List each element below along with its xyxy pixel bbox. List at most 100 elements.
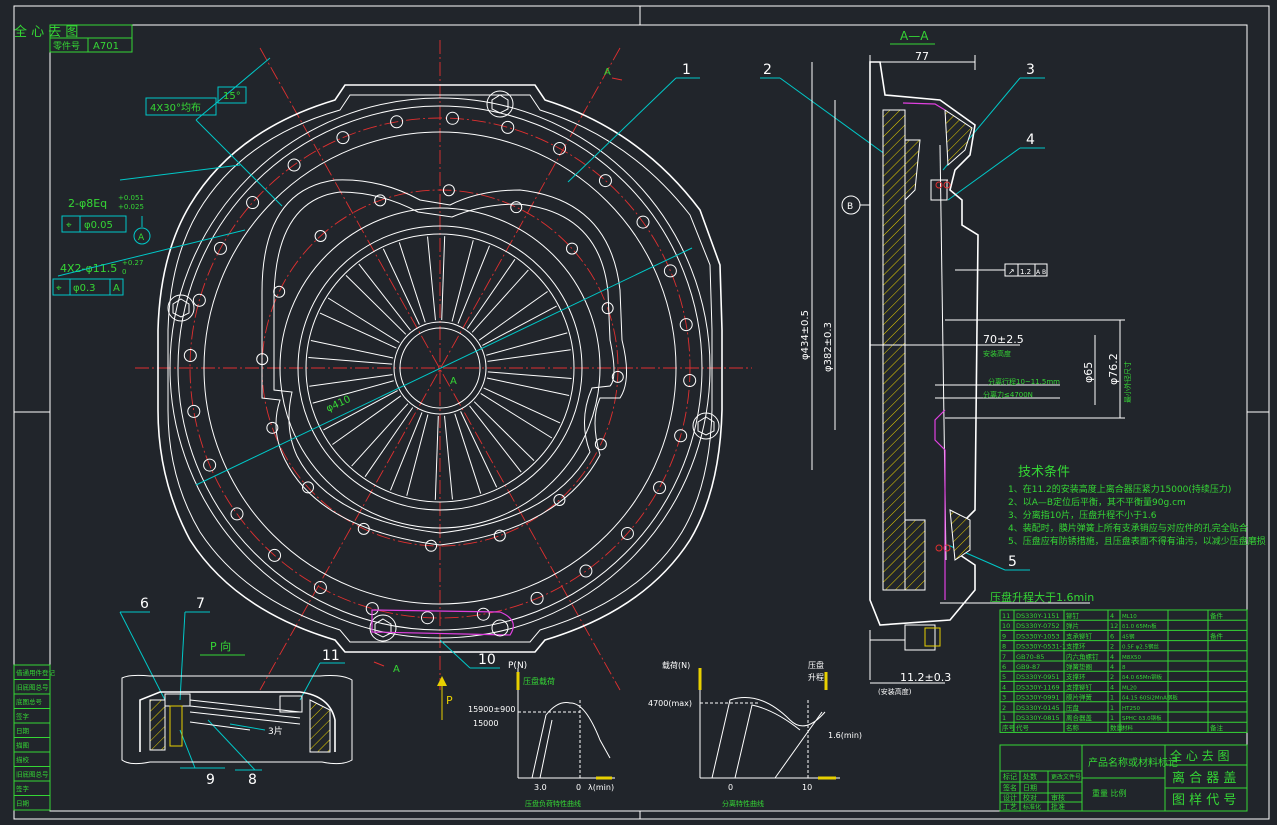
drawing-no: 图 样 代 号: [1172, 793, 1236, 808]
chart-pressure: P P(N) 压盘载荷 15900±900 15000 3.0 0 λ(min)…: [437, 661, 615, 808]
tb-label-1: 标记: [1003, 772, 1017, 781]
tech-item-5: 5、压盘应有防锈措施，且压盘表面不得有油污，以减少压盘磨损: [1008, 535, 1266, 547]
parts-table-cell: 5: [1002, 673, 1006, 681]
parts-table-cell: 支撑铆钉: [1066, 682, 1093, 691]
bolt-hole: [653, 481, 667, 495]
left-block-item: 描校: [16, 755, 30, 764]
parts-table-cell: GB70-85: [1016, 653, 1044, 661]
bolt-hole: [598, 174, 612, 188]
tb-label-10: 标准化: [1023, 803, 1041, 811]
arrow-p-label: P: [446, 694, 453, 707]
bolt-hole: [565, 242, 578, 255]
chart2-caption: 分离特性曲线: [722, 799, 764, 808]
chart2-x2: 10: [802, 783, 812, 792]
bolt-hole: [501, 120, 515, 134]
tb-label-7: 校对: [1023, 793, 1037, 802]
tb-label-8: 审核: [1051, 793, 1065, 802]
parts-table-cell: 2: [1110, 643, 1114, 651]
tech-item-4: 4、装配时，膜片弹簧上所有支承销应与对应件的孔完全贴合: [1008, 522, 1248, 534]
parts-table-cell: 7: [1002, 653, 1006, 661]
parts-table-cell: 4: [1110, 653, 1114, 661]
tb-label-11: 批准: [1051, 802, 1065, 811]
company: 全 心 去 图: [1170, 748, 1229, 763]
parts-table-cell: 压盘: [1066, 703, 1080, 712]
parts-table-cell: 序号: [1002, 723, 1016, 732]
finger-line: [441, 236, 446, 321]
parts-table-cell: DS330Y-1169: [1016, 683, 1060, 691]
chart2-value1: 4700(max): [648, 699, 692, 708]
parts-table-cell: 备件: [1210, 611, 1224, 620]
product-name: 产品名称或材料标记: [1088, 756, 1178, 769]
left-block-item: 底图总号: [16, 697, 43, 706]
parts-table-cell: DS330Y-1151: [1016, 612, 1060, 620]
sep-force: 分离力≤4700N: [983, 390, 1033, 399]
parts-table-cell: DS330Y-0752: [1016, 622, 1060, 630]
parts-table-cell: DS330Y-1053: [1016, 632, 1060, 640]
bolt-hole: [246, 196, 260, 210]
datum-b-marker: B: [847, 202, 853, 212]
center-mark-a: A: [450, 376, 457, 387]
parts-table-cell: 9: [1002, 632, 1006, 640]
view-label: A—A: [900, 29, 929, 43]
fcf1-tol: φ0.05: [84, 220, 113, 231]
parts-table-cell: 材料: [1122, 724, 1134, 732]
detail-view-p: P 向 3片: [121, 639, 353, 765]
parts-table-cell: DS330Y-0815: [1016, 714, 1060, 722]
tech-item-3: 3、分离指10片，压盘升程不小于1.6: [1008, 509, 1157, 521]
drawing-name: 离 合 器 盖: [1172, 770, 1236, 786]
tb-label-9: 工艺: [1003, 803, 1017, 811]
balloon-3: 3: [1026, 62, 1035, 78]
chart1-value2: 15000: [473, 719, 498, 728]
front-view: [135, 40, 752, 691]
parts-table-cell: 6: [1002, 663, 1006, 671]
parts-table-cell: 4: [1110, 683, 1114, 691]
dim-11-note: (安装高度): [878, 687, 912, 696]
dim-circle-dia: φ410: [325, 394, 353, 415]
parts-table-cell: ML10: [1122, 614, 1137, 620]
chart1-legend: 压盘载荷: [523, 676, 555, 686]
plate-lift-note: 压盘升程大于1.6min: [990, 590, 1094, 604]
parts-table-cell: 1: [1110, 714, 1114, 722]
parts-table-cell: 支撑环: [1066, 672, 1086, 681]
dim-hole-pattern: 2-φ8Eq: [68, 197, 107, 210]
bolt-hole: [336, 131, 350, 145]
bolt-hole: [553, 493, 566, 506]
parts-table-cell: 名称: [1066, 723, 1080, 732]
parts-table-cell: 1: [1110, 694, 1114, 702]
finger-line: [406, 414, 429, 496]
dim-70: 70±2.5: [983, 333, 1024, 346]
balloon-8: 8: [248, 772, 257, 788]
bolt-hole: [579, 564, 593, 578]
finger-line: [486, 377, 570, 397]
fcf2-ref: A: [113, 283, 120, 294]
position-symbol: ⌖: [66, 220, 72, 231]
parts-table: 11 DS330Y-1151 铆钉 4 ML10 备件10 DS330Y-0752 弹片 12 δ…: [999, 609, 1248, 733]
finger-line: [345, 274, 407, 335]
parts-table-cell: 支承铆钉: [1066, 631, 1093, 640]
bolt-hole: [510, 201, 523, 214]
finger-line: [466, 259, 516, 329]
bolt-hole: [187, 404, 201, 418]
detail-label: P 向: [210, 639, 231, 653]
dim-hole-tol-upper: +0.051: [118, 194, 144, 202]
parts-table-cell: 备件: [1210, 631, 1224, 640]
tb-label-6: 设计: [1003, 793, 1017, 802]
balloon-10: 10: [478, 652, 496, 668]
balloon-4: 4: [1026, 132, 1035, 148]
parts-table-cell: 8: [1122, 665, 1126, 671]
parts-table-cell: δ1.0 65Mn板: [1122, 622, 1157, 630]
left-block-item: 日期: [16, 800, 30, 808]
top-left-label-box: 全 心 去 图 零件号 A701: [14, 24, 133, 53]
parts-table-cell: 4: [1110, 612, 1114, 620]
balloon-7: 7: [196, 596, 205, 612]
left-block-item: 描图: [16, 741, 29, 750]
top-left-part-value: A701: [93, 41, 119, 52]
dim-dia-76-note: 最小外径尺寸: [1123, 361, 1132, 403]
finger-line: [319, 312, 397, 349]
left-block-item: 旧底图总号: [16, 770, 49, 779]
parts-table-cell: 内六角螺钉: [1066, 652, 1099, 661]
parts-table-cell: 0.5F φ2.5钢丝: [1122, 643, 1160, 651]
dim-70-note: 安装高度: [983, 349, 1011, 358]
finger-line: [473, 401, 535, 462]
parts-table-cell: 2: [1110, 673, 1114, 681]
